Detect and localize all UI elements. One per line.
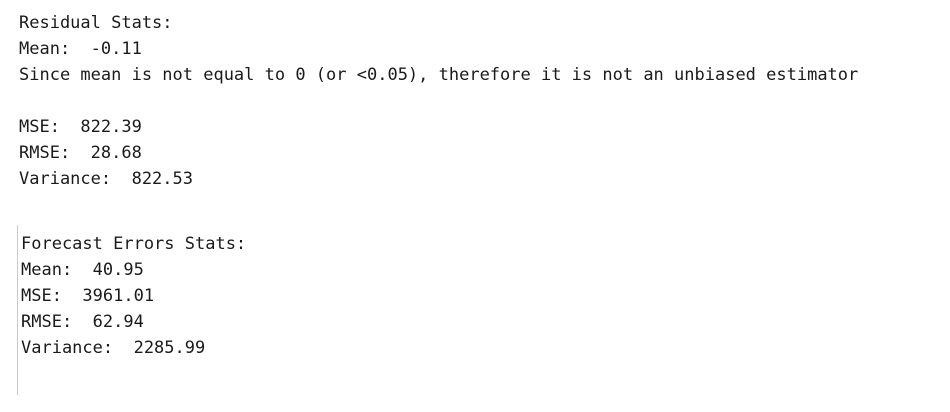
residual-mean: Mean: -0.11 (19, 39, 142, 59)
output-divider (17, 225, 18, 395)
forecast-mean: Mean: 40.95 (21, 260, 144, 280)
residual-note: Since mean is not equal to 0 (or <0.05),… (19, 65, 859, 85)
forecast-variance: Variance: 2285.99 (21, 338, 206, 358)
residual-variance: Variance: 822.53 (19, 169, 193, 189)
residual-stats-output: Residual Stats: Mean: -0.11 Since mean i… (19, 10, 858, 192)
forecast-content: Forecast Errors Stats: Mean: 40.95 MSE: … (17, 225, 246, 361)
residual-rmse: RMSE: 28.68 (19, 143, 142, 163)
residual-heading: Residual Stats: (19, 13, 173, 33)
forecast-errors-output: Forecast Errors Stats: Mean: 40.95 MSE: … (17, 225, 246, 395)
forecast-mse: MSE: 3961.01 (21, 286, 155, 306)
forecast-rmse: RMSE: 62.94 (21, 312, 144, 332)
forecast-heading: Forecast Errors Stats: (21, 234, 247, 254)
residual-mse: MSE: 822.39 (19, 117, 142, 137)
